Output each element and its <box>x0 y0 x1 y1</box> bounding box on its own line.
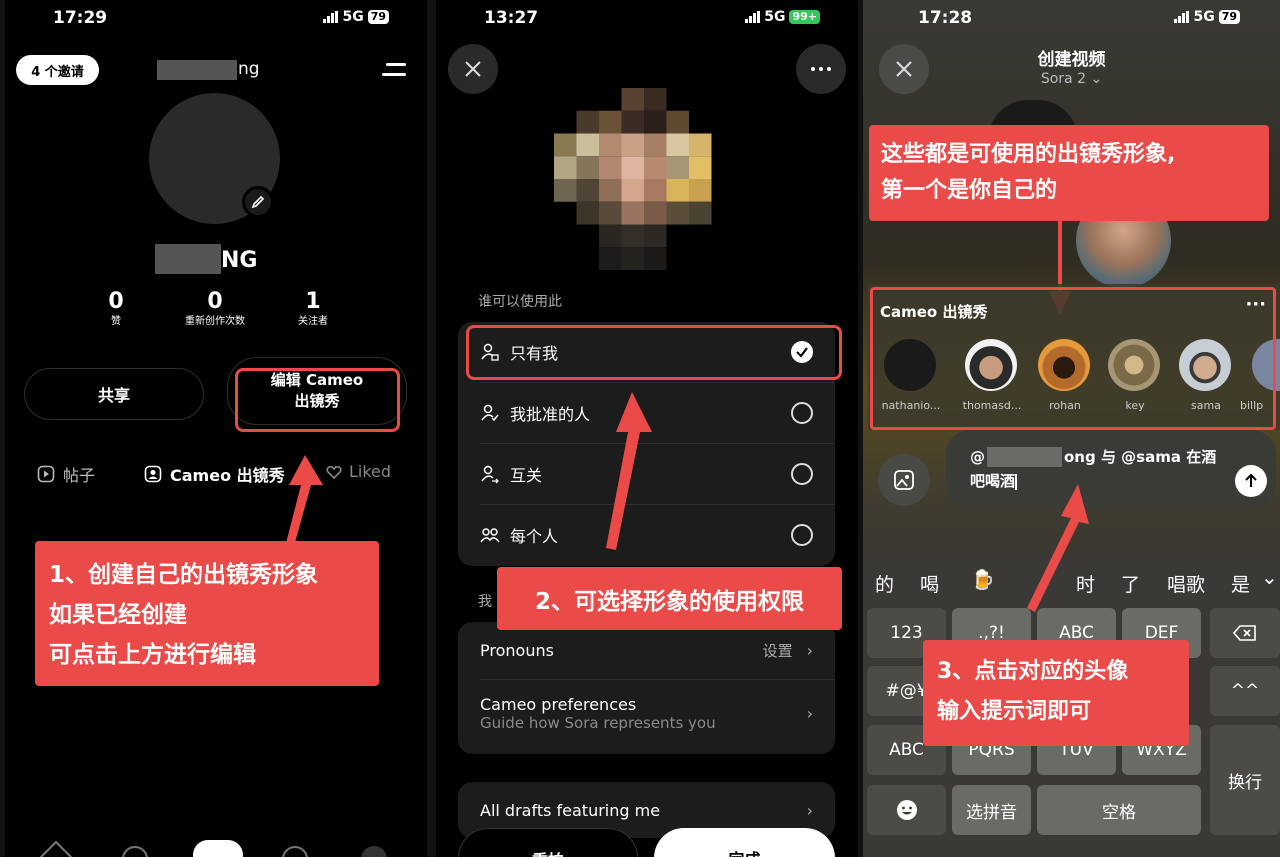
suggestion[interactable]: 的 <box>875 570 894 597</box>
callout-step-3-top: 这些都是可使用的出镜秀形象, 第一个是你自己的 <box>869 125 1269 221</box>
arrow-pointer <box>606 392 652 550</box>
signal-icon <box>1174 11 1190 23</box>
backspace-icon <box>1233 625 1256 641</box>
network-label: 5G <box>764 9 786 25</box>
close-icon <box>465 61 481 77</box>
suggestion[interactable]: 唱歌 <box>1167 570 1205 597</box>
battery-icon: 79 <box>1218 10 1240 24</box>
tab-liked[interactable]: Liked <box>325 462 391 481</box>
create-video-screen: 17:28 5G 79 创建视频 Sora 2 ⌄ 这些都是可使用的出镜秀形象,… <box>863 0 1280 857</box>
chevron-down-icon[interactable]: ⌄ <box>1261 565 1278 589</box>
create-button[interactable] <box>193 840 243 857</box>
people-icon <box>480 528 500 543</box>
activity-icon[interactable] <box>282 846 308 857</box>
chevron-right-icon: › <box>806 640 813 660</box>
status-time: 13:27 <box>484 8 539 28</box>
image-icon <box>894 470 914 490</box>
suggestion[interactable]: 了 <box>1121 570 1140 597</box>
more-icon <box>811 67 815 71</box>
status-time: 17:29 <box>53 8 108 28</box>
menu-icon[interactable] <box>382 63 406 79</box>
signal-icon <box>323 11 339 23</box>
highlight-only-me <box>466 325 842 380</box>
signal-icon <box>745 11 761 23</box>
invite-chip[interactable]: 4 个邀请 <box>16 55 99 85</box>
callout-step-1: 1、创建自己的出镜秀形象 如果已经创建 可点击上方进行编辑 <box>35 541 379 686</box>
attach-image-button[interactable] <box>878 454 930 506</box>
cameo-portrait-image <box>554 88 712 270</box>
chevron-down-icon: ⌄ <box>1090 71 1103 87</box>
username-blur <box>157 60 237 80</box>
status-bar: 17:28 5G 79 <box>863 8 1280 30</box>
text-cursor <box>1015 473 1018 490</box>
chevron-right-icon: › <box>806 800 813 820</box>
section2-label: 我 <box>478 594 492 610</box>
heart-icon <box>326 465 342 479</box>
key-emoji[interactable] <box>867 785 946 835</box>
stat-remixes: 0 重新创作次数 <box>185 289 245 327</box>
play-icon <box>37 465 55 483</box>
suggestion[interactable]: 🍺 <box>971 568 995 591</box>
header-title: 创建视频 <box>1037 50 1106 70</box>
person-check-icon <box>481 404 499 422</box>
done-button[interactable]: 完成 <box>654 828 835 857</box>
status-bar: 13:27 5G 99+ <box>436 8 858 30</box>
bottom-nav <box>5 840 427 857</box>
key-backspace[interactable] <box>1210 608 1280 658</box>
status-time: 17:28 <box>918 8 973 28</box>
share-button[interactable]: 共享 <box>24 368 204 420</box>
highlight-cameo-picker <box>870 287 1276 430</box>
suggestion[interactable]: 是 <box>1231 570 1250 597</box>
status-bar: 17:29 5G 79 <box>5 8 427 30</box>
search-icon[interactable] <box>122 846 148 857</box>
cameo-preferences-row[interactable]: Cameo preferences Guide how Sora represe… <box>458 680 835 752</box>
key-space[interactable]: 空格 <box>1037 785 1201 835</box>
arrow-pointer <box>285 455 323 550</box>
username-text: ng <box>238 59 260 79</box>
key-return[interactable]: 换行 <box>1210 725 1280 835</box>
person-mutual-icon <box>481 465 499 484</box>
person-icon <box>144 465 162 483</box>
home-icon[interactable] <box>37 840 75 857</box>
stat-followers: 1 关注者 <box>298 289 328 327</box>
preferences-list: Pronouns 设置 › Cameo preferences Guide ho… <box>458 622 835 754</box>
tab-posts[interactable]: 帖子 <box>37 462 95 486</box>
chevron-right-icon: › <box>806 704 813 723</box>
emoji-icon <box>896 800 917 820</box>
battery-icon: 79 <box>367 10 389 24</box>
edit-avatar-icon[interactable] <box>242 186 274 218</box>
mention-blur <box>987 446 1062 467</box>
display-name-text: NG <box>221 248 258 273</box>
radio-icon <box>791 463 813 485</box>
display-name-blur <box>155 244 221 274</box>
arrow-up-icon <box>1245 473 1257 487</box>
callout-step-3-bottom: 3、点击对应的头像 输入提示词即可 <box>923 640 1189 746</box>
permission-section-label: 谁可以使用此 <box>478 294 562 310</box>
network-label: 5G <box>1193 9 1215 25</box>
callout-step-2: 2、可选择形象的使用权限 <box>497 567 842 630</box>
profile-tab-icon[interactable] <box>361 846 387 857</box>
arrow-pointer <box>1027 484 1089 612</box>
key-pinyin[interactable]: 选拼音 <box>952 785 1031 835</box>
radio-icon <box>791 524 813 546</box>
network-label: 5G <box>342 9 364 25</box>
battery-icon: 99+ <box>789 10 820 24</box>
key-emoji-face[interactable]: ^^ <box>1210 666 1280 716</box>
model-selector[interactable]: Sora 2 ⌄ <box>863 71 1280 87</box>
tab-cameo[interactable]: Cameo 出镜秀 <box>144 462 285 486</box>
send-button[interactable] <box>1235 465 1267 497</box>
prompt-input[interactable]: @ ong 与 @sama 在酒 吧喝酒 <box>946 430 1276 508</box>
highlight-edit-cameo <box>235 368 400 432</box>
close-button[interactable] <box>448 44 498 94</box>
pronouns-row[interactable]: Pronouns 设置 › <box>458 622 835 678</box>
radio-icon <box>791 402 813 424</box>
profile-screen: 17:29 5G 79 4 个邀请 ng NG 0 赞 0 重新创作次数 1 关… <box>5 0 427 857</box>
stat-likes: 0 赞 <box>108 289 124 327</box>
more-button[interactable] <box>796 44 846 94</box>
cameo-settings-screen: 13:27 5G 99+ 谁可以使用此 只有我 我批准的人 互关 每个人 我 P… <box>436 0 858 857</box>
suggestion[interactable]: 喝 <box>920 570 939 597</box>
reshoot-button[interactable]: 重拍 <box>458 828 638 857</box>
